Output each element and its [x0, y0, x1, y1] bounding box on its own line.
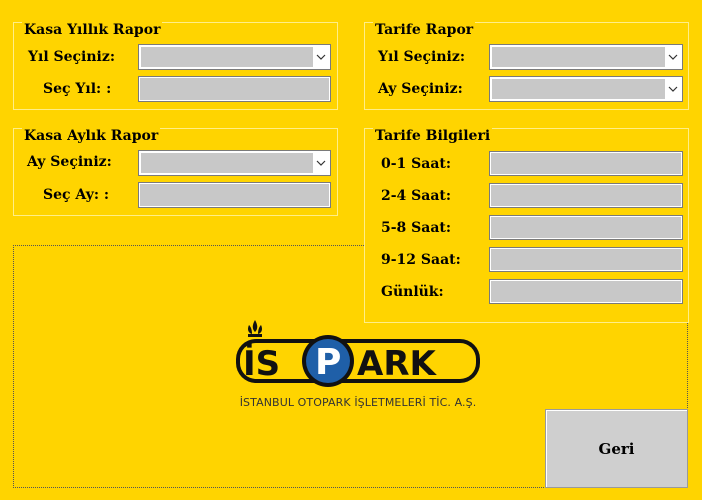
tarife-row-label: 2-4 Saat:: [381, 188, 452, 204]
tarife-rapor-year-select[interactable]: [489, 44, 683, 70]
ispark-logo-mark: İS P ARK: [236, 320, 480, 387]
tarife-row-field[interactable]: [489, 247, 683, 272]
tarife-rapor-year-label: Yıl Seçiniz:: [378, 49, 465, 65]
tarife-row-field[interactable]: [489, 183, 683, 208]
tarife-bilgileri-title: Tarife Bilgileri: [373, 128, 493, 144]
tarife-row-label: 0-1 Saat:: [381, 156, 452, 172]
tarife-row-field[interactable]: [489, 215, 683, 240]
tarife-rapor-year-value: [492, 47, 665, 67]
tarife-row-field[interactable]: [489, 151, 683, 176]
tarife-row-label: Günlük:: [381, 284, 444, 300]
kasa-yillik-year-select[interactable]: [138, 44, 331, 70]
kasa-aylik-month-value: [141, 153, 313, 173]
tarife-row-label: 5-8 Saat:: [381, 220, 452, 236]
tarife-rapor-month-value: [492, 79, 665, 99]
kasa-aylik-title: Kasa Aylık Rapor: [22, 128, 161, 144]
kasa-aylik-selected-field[interactable]: [138, 182, 331, 208]
kasa-yillik-year-label: Yıl Seçiniz:: [28, 49, 115, 65]
kasa-aylik-selected-label: Seç Ay: :: [43, 187, 110, 203]
chevron-down-icon[interactable]: [666, 45, 680, 69]
tarife-rapor-title: Tarife Rapor: [373, 22, 476, 38]
logo-company-name: İSTANBUL OTOPARK İŞLETMELERİ TİC. A.Ş.: [239, 396, 477, 409]
kasa-yillik-year-value: [141, 47, 313, 67]
tarife-row-field[interactable]: [489, 279, 683, 304]
chevron-down-icon[interactable]: [666, 77, 680, 101]
logo-letter-p: P: [315, 342, 341, 383]
kasa-yillik-selected-label: Seç Yıl: :: [43, 81, 112, 97]
kasa-aylik-month-label: Ay Seçiniz:: [27, 154, 112, 170]
tarife-rapor-month-select[interactable]: [489, 76, 683, 102]
logo-letters-right: ARK: [357, 344, 437, 384]
back-button[interactable]: Geri: [545, 409, 688, 488]
tarife-rapor-month-label: Ay Seçiniz:: [378, 81, 463, 97]
chevron-down-icon[interactable]: [314, 45, 328, 69]
ispark-logo: İS P ARK İSTANBUL OTOPARK İŞLETMELERİ Tİ…: [233, 318, 483, 413]
kasa-aylik-month-select[interactable]: [138, 150, 331, 176]
kasa-yillik-selected-field[interactable]: [138, 76, 331, 102]
tarife-row-label: 9-12 Saat:: [381, 252, 461, 268]
chevron-down-icon[interactable]: [314, 151, 328, 175]
logo-letters-left: İS: [243, 343, 280, 384]
kasa-yillik-title: Kasa Yıllık Rapor: [22, 22, 163, 38]
